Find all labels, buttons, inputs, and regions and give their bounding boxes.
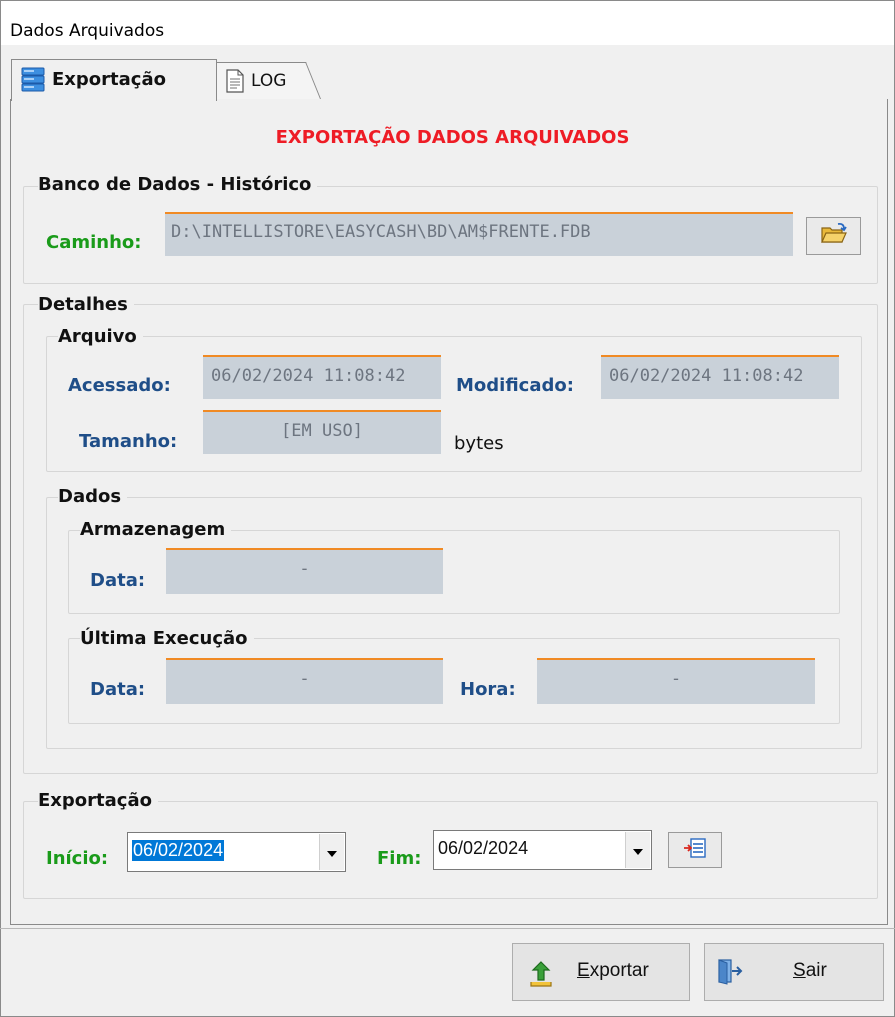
sair-button[interactable]: Sair [704,943,884,1001]
ultima-hora-field[interactable]: - [537,658,815,704]
sair-label: Sair [793,960,827,981]
folder-open-icon [820,222,848,250]
footer-separator [0,928,895,929]
chevron-down-icon [326,843,338,862]
ultima-execucao-group-label: Última Execução [80,628,254,649]
inicio-date-picker[interactable]: 06/02/2024 [127,832,346,872]
acessado-field[interactable]: 06/02/2024 11:08:42 [203,355,441,399]
modificado-label: Modificado: [456,375,574,396]
dados-group-label: Dados [58,486,128,507]
exportar-button[interactable]: Exportar [512,943,690,1001]
tamanho-field[interactable]: [EM USO] [203,410,441,454]
tab-log-label: LOG [251,71,287,91]
inicio-label: Início: [46,848,109,869]
ultima-data-label: Data: [90,679,146,700]
tamanho-unit: bytes [454,433,504,454]
fim-label: Fim: [377,848,422,869]
fim-date-value[interactable]: 06/02/2024 [438,838,528,859]
window-title: Dados Arquivados [10,21,165,41]
caminho-label: Caminho: [46,232,142,253]
browse-button[interactable] [806,217,861,255]
chevron-down-icon [632,841,644,860]
calendar-icon [683,837,707,863]
tab-exportacao-label: Exportação [52,69,166,90]
fim-dropdown-button[interactable] [625,832,650,868]
detalhes-group-label: Detalhes [38,294,134,315]
inicio-dropdown-button[interactable] [319,834,344,870]
banco-group-label: Banco de Dados - Histórico [38,174,318,195]
inicio-date-value[interactable]: 06/02/2024 [132,840,225,861]
caminho-field[interactable]: D:\INTELLISTORE\EASYCASH\BD\AM$FRENTE.FD… [165,212,793,256]
database-icon [20,66,46,98]
fim-date-picker[interactable]: 06/02/2024 [433,830,652,870]
exportacao-group-label: Exportação [38,790,158,811]
ultima-data-field[interactable]: - [166,658,443,704]
document-icon [225,69,245,97]
acessado-label: Acessado: [68,375,171,396]
export-arrow-icon [527,958,555,992]
armazenagem-data-field[interactable]: - [166,548,443,594]
ultima-hora-label: Hora: [460,679,516,700]
exit-door-icon [715,956,743,990]
arquivo-group-label: Arquivo [58,326,143,347]
modificado-field[interactable]: 06/02/2024 11:08:42 [601,355,839,399]
page-heading: EXPORTAÇÃO DADOS ARQUIVADOS [275,127,630,148]
armazenagem-data-label: Data: [90,570,146,591]
tamanho-label: Tamanho: [79,431,178,452]
title-bar: Dados Arquivados [1,1,894,45]
calendar-button[interactable] [668,832,722,868]
exportar-label: Exportar [577,960,649,981]
armazenagem-group-label: Armazenagem [80,519,232,540]
tab-exportacao[interactable]: Exportação [11,59,217,101]
